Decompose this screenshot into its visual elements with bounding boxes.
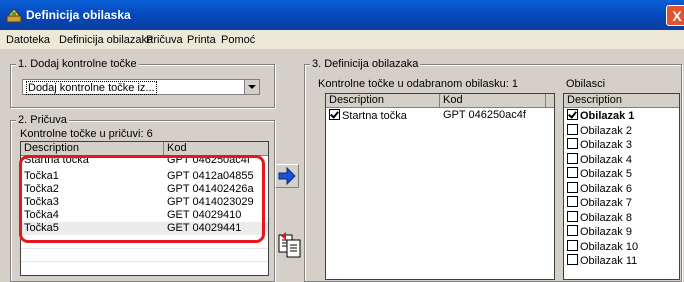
combo-value: Dodaj kontrolne točke iz... [26,81,157,95]
window-title: Definicija obilaska [26,8,131,22]
chevron-down-icon[interactable] [244,80,259,94]
obilazak-label: Obilazak 10 [580,240,639,253]
section1-label: 1. Dodaj kontrolne točke [16,58,139,70]
checkbox-icon[interactable] [567,196,578,207]
pricuva-count: Kontrolne točke u pričuvi: 6 [20,128,153,140]
obilazak-label: Obilazak 8 [580,211,632,224]
obilazak-item[interactable]: Obilazak 7 [567,196,632,209]
row-description-text: Startna točka [342,110,407,122]
menu-datoteka[interactable]: Datoteka [6,34,50,46]
add-points-combo[interactable]: Dodaj kontrolne točke iz... [22,79,260,95]
obilazak-item[interactable]: Obilazak 6 [567,181,632,195]
row-divider [21,248,268,249]
arrow-right-icon [278,166,296,186]
checkbox-icon[interactable] [567,181,578,193]
highlight-annotation [19,155,265,243]
table-row[interactable]: Startna točka GPT 046250ac4f [326,109,554,123]
row-description: Startna točka [329,109,407,123]
obilazak-item[interactable]: Obilazak 2 [567,123,632,137]
checkbox-icon[interactable] [567,109,578,120]
obilazak-label: Obilazak 6 [580,182,632,195]
close-button[interactable]: X [666,5,684,26]
tour-points-count: Kontrolne točke u odabranom obilasku: 1 [318,78,518,90]
menu-pomoc[interactable]: Pomoć [221,34,255,46]
obilazak-label: Obilazak 2 [580,124,632,137]
checkbox-icon[interactable] [567,239,578,251]
section3-label: 3. Definicija obilazaka [310,58,421,70]
obilazak-item[interactable]: Obilazak 1 [567,109,634,122]
obilazak-label: Obilazak 9 [580,226,632,238]
obilazak-item[interactable]: Obilazak 8 [567,210,632,224]
menu-pricuva[interactable]: Pričuva [146,34,183,46]
menu-printa[interactable]: Printa [187,34,216,46]
close-icon: X [672,8,682,24]
obilazak-label: Obilazak 1 [580,110,635,122]
checkbox-icon[interactable] [567,225,578,236]
column-header-spacer [546,94,554,108]
obilazak-label: Obilazak 5 [580,168,632,180]
checkbox-icon[interactable] [567,138,578,149]
checkbox-icon[interactable] [329,109,340,120]
obilazak-item[interactable]: Obilazak 11 [567,254,637,267]
column-header-description[interactable]: Description [564,94,679,108]
obilazak-label: Obilazak 4 [580,153,632,166]
obilazak-item[interactable]: Obilazak 4 [567,152,632,166]
obilazak-item[interactable]: Obilazak 9 [567,225,632,238]
move-to-tour-button[interactable] [275,164,299,188]
checkbox-icon[interactable] [567,254,578,265]
column-header-kod[interactable]: Kod [440,94,546,108]
row-kod: GPT 046250ac4f [443,109,526,121]
row-divider [21,261,268,262]
obilazak-label: Obilazak 11 [580,255,638,267]
obilazak-label: Obilazak 7 [580,197,632,209]
tour-points-table[interactable]: Description Kod Startna točka GPT 046250… [325,93,555,280]
obilazak-item[interactable]: Obilazak 3 [567,138,632,151]
menu-bar: Datoteka Definicija obilazaka Pričuva Pr… [0,30,684,49]
obilazak-label: Obilazak 3 [580,139,632,151]
title-bar: Definicija obilaska X [0,0,684,30]
obilasci-label: Obilasci [566,78,606,90]
checkbox-icon[interactable] [567,210,578,222]
checkbox-icon[interactable] [567,167,578,178]
column-header-description[interactable]: Description [326,94,440,108]
checkbox-icon[interactable] [567,152,578,164]
menu-definicija-obilazaka[interactable]: Definicija obilazaka [59,34,153,46]
obilasci-list[interactable]: Description Obilazak 1 Obilazak 2 Obilazak… [563,93,680,280]
checkbox-icon[interactable] [567,123,578,135]
paste-icon[interactable] [278,232,302,258]
section2-label: 2. Pričuva [16,114,69,126]
app-icon [6,8,22,23]
obilazak-item[interactable]: Obilazak 10 [567,239,639,253]
obilazak-item[interactable]: Obilazak 5 [567,167,632,180]
